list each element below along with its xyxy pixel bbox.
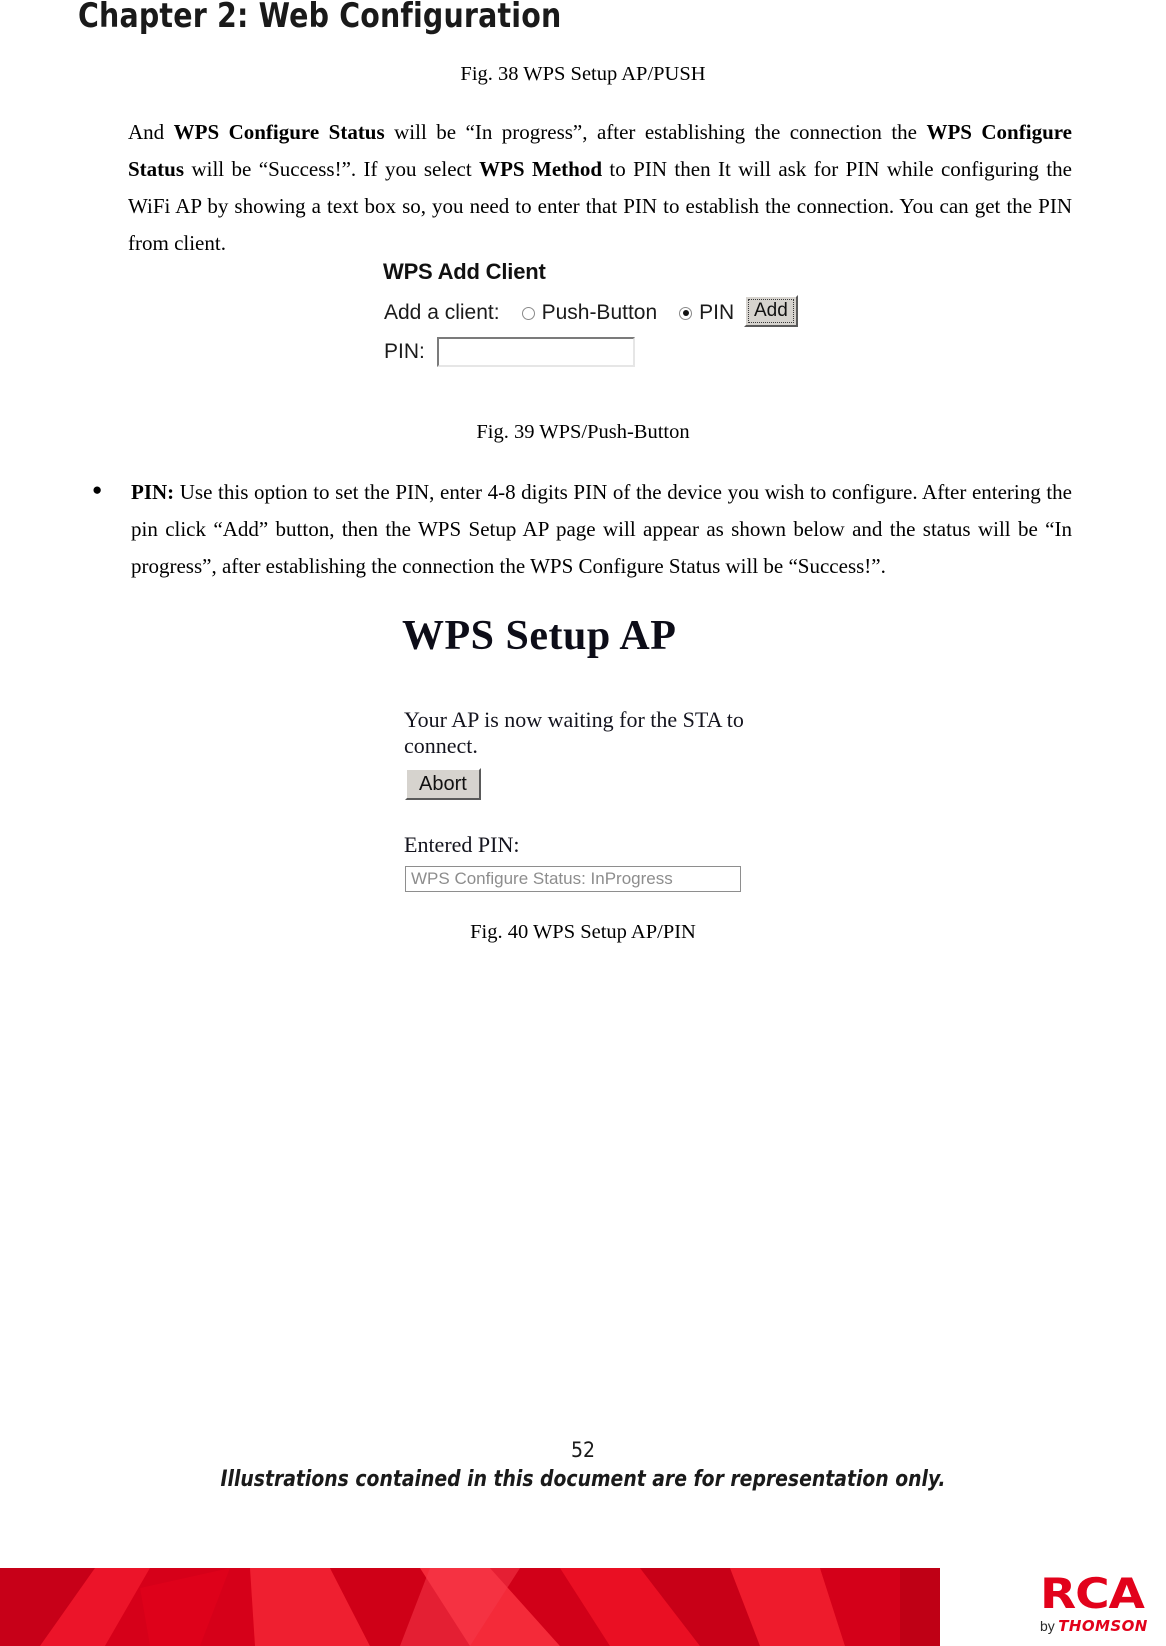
add-client-label: Add a client:	[384, 301, 500, 324]
rca-by-text: by	[1040, 1618, 1055, 1634]
wps-configure-status-box: WPS Configure Status: InProgress	[405, 866, 741, 892]
figure-caption-39: Fig. 39 WPS/Push-Button	[476, 421, 690, 443]
intro-bold-3: WPS Method	[479, 157, 603, 181]
pin-bullet-label: PIN:	[131, 480, 175, 504]
intro-bold-1: WPS Configure Status	[173, 120, 385, 144]
pin-label: PIN:	[384, 340, 425, 363]
pin-row: PIN:	[384, 337, 635, 367]
wps-configure-status-text: WPS Configure Status: InProgress	[411, 869, 673, 888]
rca-byline: by THOMSON	[1040, 1618, 1166, 1636]
rca-logo: RCA by THOMSON	[1040, 1573, 1166, 1639]
intro-text-2: will be “In progress”, after establishin…	[384, 120, 927, 144]
intro-text-3: will be “Success!”. If you select	[184, 157, 480, 181]
entered-pin-label: Entered PIN:	[404, 832, 520, 857]
banner-graphic	[0, 1568, 940, 1646]
radio-pin[interactable]	[679, 306, 693, 320]
pin-bullet-text: Use this option to set the PIN, enter 4-…	[131, 480, 1072, 578]
wps-add-client-title: WPS Add Client	[383, 259, 546, 284]
wps-setup-ap-title: WPS Setup AP	[402, 613, 677, 659]
add-button[interactable]: Add	[744, 295, 798, 327]
bullet-marker-icon: ●	[92, 480, 103, 499]
radio-pin-label: PIN	[699, 301, 735, 324]
radio-push-button[interactable]	[521, 306, 535, 320]
pin-bullet-paragraph: PIN: Use this option to set the PIN, ent…	[131, 474, 1072, 585]
wps-add-client-panel: WPS Add Client Add a client: Push-Button…	[380, 258, 800, 373]
add-button-label: Add	[748, 299, 794, 323]
radio-push-button-label: Push-Button	[541, 301, 658, 324]
figure-caption-38: Fig. 38 WPS Setup AP/PUSH	[460, 63, 706, 85]
thomson-wordmark: THOMSON	[1058, 1617, 1148, 1635]
abort-button[interactable]: Abort	[405, 768, 481, 800]
wps-setup-ap-panel: WPS Setup AP Your AP is now waiting for …	[402, 612, 802, 902]
figure-caption-40: Fig. 40 WPS Setup AP/PIN	[470, 921, 696, 943]
footer-red-banner	[0, 1568, 940, 1646]
pin-input[interactable]	[436, 337, 635, 367]
footer-note: Illustrations contained in this document…	[220, 1467, 946, 1492]
intro-text-1: And	[128, 120, 174, 144]
ap-waiting-status-text: Your AP is now waiting for the STA to co…	[404, 707, 744, 758]
intro-paragraph: And WPS Configure Status will be “In pro…	[128, 114, 1072, 262]
rca-wordmark: RCA	[1040, 1569, 1145, 1618]
add-client-row: Add a client: Push-Button PIN	[384, 299, 756, 327]
page-title: Chapter 2: Web Configuration	[78, 0, 562, 36]
page-number: 52	[570, 1438, 596, 1462]
